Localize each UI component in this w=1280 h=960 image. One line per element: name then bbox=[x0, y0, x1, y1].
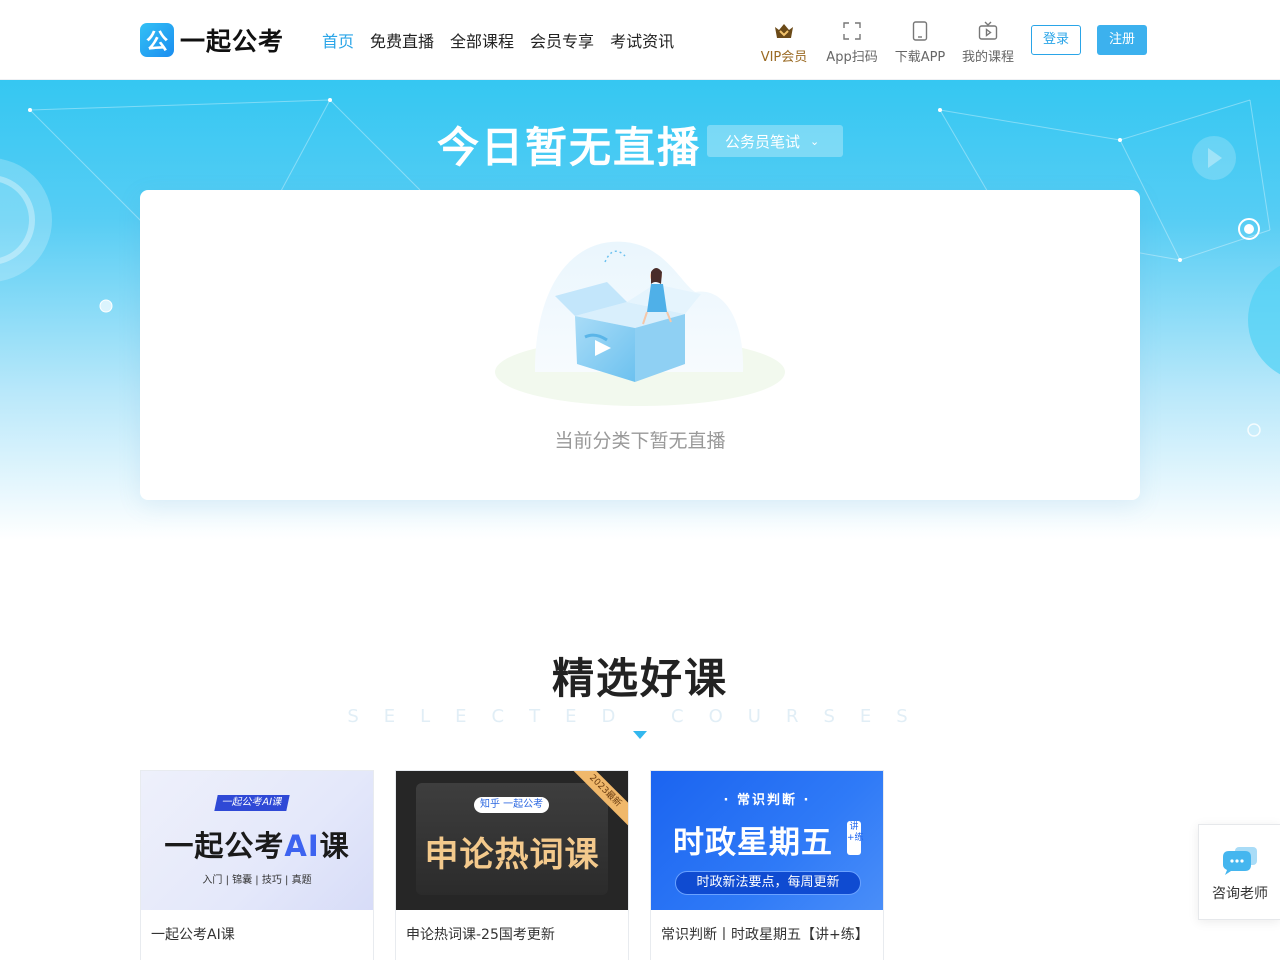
video-icon bbox=[977, 20, 999, 42]
thumb-tag: 一起公考AI课 bbox=[214, 795, 290, 811]
thumb-tag: 知乎 一起公考 bbox=[474, 797, 550, 813]
course-title: 申论热词课-25国考更新 bbox=[406, 927, 555, 943]
section-title: 精选好课 bbox=[551, 654, 728, 703]
course-thumbnail: 一起公考AI课 一起公考AI课 入门 | 锦囊 | 技巧 | 真题 bbox=[141, 771, 373, 910]
live-status-title: 今日暂无直播 bbox=[437, 123, 702, 172]
category-dropdown-value: 公务员笔试 bbox=[725, 132, 801, 151]
logo[interactable]: 公 一起公考 bbox=[140, 22, 284, 58]
logo-mark: 公 bbox=[140, 23, 174, 57]
phone-icon bbox=[909, 20, 931, 42]
thumb-headline: 一起公考AI课 bbox=[164, 829, 350, 863]
consult-label: 咨询老师 bbox=[1212, 886, 1268, 902]
chevron-down-icon: ⌄ bbox=[810, 134, 820, 148]
vip-member-button[interactable]: VIP会员 bbox=[756, 20, 812, 65]
my-courses-label: 我的课程 bbox=[961, 50, 1014, 65]
empty-box-illustration bbox=[495, 241, 785, 406]
course-list: 一起公考AI课 一起公考AI课 入门 | 锦囊 | 技巧 | 真题 一起公考AI… bbox=[140, 770, 884, 960]
course-card[interactable]: 知乎 一起公考 申论热词课 2023最新 申论热词课-25国考更新 bbox=[395, 770, 629, 960]
consult-teacher-button[interactable]: 咨询老师 bbox=[1198, 824, 1280, 920]
course-title: 常识判断丨时政星期五【讲+练】 bbox=[661, 927, 869, 943]
category-dropdown[interactable]: 公务员笔试 ⌄ bbox=[707, 125, 843, 157]
logo-text: 一起公考 bbox=[180, 27, 285, 56]
nav-home[interactable]: 首页 bbox=[322, 28, 354, 52]
header-tools: VIP会员 App扫码 下载APP 我的课程 bbox=[756, 20, 1016, 65]
course-title: 一起公考AI课 bbox=[151, 927, 235, 943]
app-scan-button[interactable]: App扫码 bbox=[824, 20, 880, 65]
section-subtitle: SELECTED COURSES bbox=[347, 706, 933, 727]
nav-exam-news[interactable]: 考试资讯 bbox=[610, 28, 674, 52]
course-thumbnail: · 常识判断 · 时政星期五 讲+练 时政新法要点，每周更新 bbox=[651, 771, 883, 910]
app-scan-label: App扫码 bbox=[826, 50, 878, 65]
my-courses-button[interactable]: 我的课程 bbox=[960, 20, 1016, 65]
nav-free-live[interactable]: 免费直播 bbox=[370, 28, 434, 52]
login-button[interactable]: 登录 bbox=[1031, 25, 1081, 55]
vip-label: VIP会员 bbox=[760, 50, 808, 65]
thumb-headline: 申论热词课 bbox=[424, 835, 600, 875]
live-empty-card: 当前分类下暂无直播 bbox=[140, 190, 1140, 500]
course-card[interactable]: 一起公考AI课 一起公考AI课 入门 | 锦囊 | 技巧 | 真题 一起公考AI… bbox=[140, 770, 374, 960]
main-nav: 首页 免费直播 全部课程 会员专享 考试资讯 bbox=[322, 28, 674, 52]
thumb-topline: · 常识判断 · bbox=[723, 793, 811, 808]
download-app-button[interactable]: 下载APP bbox=[892, 20, 948, 65]
section-arrow-icon bbox=[633, 731, 647, 739]
thumb-pill: 时政新法要点，每周更新 bbox=[675, 871, 861, 895]
chat-bubble-icon bbox=[1221, 845, 1259, 881]
thumb-mini-badge: 讲+练 bbox=[847, 821, 864, 855]
course-thumbnail: 知乎 一起公考 申论热词课 2023最新 bbox=[396, 771, 628, 910]
download-app-label: 下载APP bbox=[894, 50, 946, 65]
nav-all-courses[interactable]: 全部课程 bbox=[450, 28, 514, 52]
thumb-headline: 时政星期五 bbox=[673, 825, 833, 861]
nav-member[interactable]: 会员专享 bbox=[530, 28, 594, 52]
site-header: 公 一起公考 首页 免费直播 全部课程 会员专享 考试资讯 VIP会员 App扫… bbox=[0, 0, 1280, 80]
thumb-subline: 入门 | 锦囊 | 技巧 | 真题 bbox=[202, 875, 312, 886]
empty-state-text: 当前分类下暂无直播 bbox=[554, 430, 726, 452]
course-card[interactable]: · 常识判断 · 时政星期五 讲+练 时政新法要点，每周更新 常识判断丨时政星期… bbox=[650, 770, 884, 960]
register-button[interactable]: 注册 bbox=[1097, 25, 1147, 55]
crown-icon bbox=[773, 20, 795, 42]
scan-icon bbox=[841, 20, 863, 42]
